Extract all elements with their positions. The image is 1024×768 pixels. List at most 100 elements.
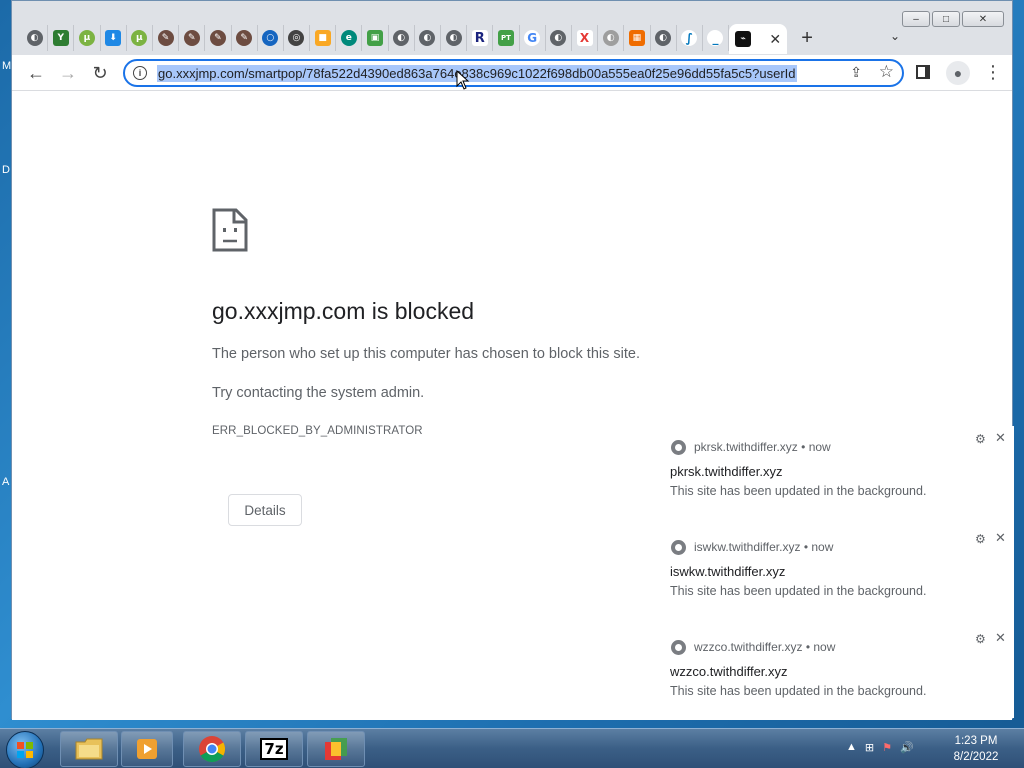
- tab-favicon-icon: R: [471, 30, 488, 46]
- tab[interactable]: ⬇: [101, 25, 127, 51]
- clock-time: 1:23 PM: [954, 735, 998, 747]
- tab[interactable]: ✎: [153, 25, 180, 51]
- tab-favicon-icon: ⌁: [735, 31, 752, 47]
- maximize-button[interactable]: □: [932, 11, 960, 27]
- tab-favicon-icon: ◐: [602, 30, 619, 46]
- url-text[interactable]: go.xxxjmp.com/smartpop/78fa522d4390ed863…: [157, 65, 797, 82]
- taskbar-explorer[interactable]: [60, 731, 118, 767]
- tab-favicon-icon: ⬇: [105, 30, 122, 46]
- close-tab-icon[interactable]: ✕: [769, 31, 781, 48]
- tab[interactable]: R: [467, 25, 494, 51]
- chrome-icon: [671, 540, 686, 555]
- tab[interactable]: PT: [493, 25, 520, 51]
- tab[interactable]: ◐: [598, 25, 625, 51]
- tab[interactable]: μ: [127, 25, 153, 51]
- taskbar-media-player[interactable]: [121, 731, 173, 767]
- tab-favicon-icon: G: [524, 30, 541, 46]
- tab-favicon-icon: ◐: [445, 30, 462, 46]
- profile-avatar-icon[interactable]: ●: [946, 61, 970, 85]
- browser-toolbar: ← → ↻ i go.xxxjmp.com/smartpop/78fa522d4…: [12, 55, 1012, 91]
- taskbar-chrome[interactable]: [183, 731, 241, 767]
- tab[interactable]: e: [336, 25, 363, 51]
- notification-close-icon[interactable]: ✕: [995, 530, 1006, 546]
- menu-icon[interactable]: ⋮: [984, 60, 1002, 84]
- clock[interactable]: 1:23 PM 8/2/2022: [940, 733, 1012, 765]
- new-tab-button[interactable]: +: [787, 27, 827, 50]
- minimize-button[interactable]: –: [902, 11, 930, 27]
- tab[interactable]: ✎: [205, 25, 232, 51]
- action-center-icon[interactable]: ⚑: [882, 741, 892, 754]
- tab-favicon-icon: PT: [497, 30, 514, 46]
- notification-title: pkrsk.twithdiffer.xyz: [670, 464, 783, 479]
- tab-favicon-icon: ✎: [209, 30, 226, 46]
- notification-card[interactable]: wzzco.twithdiffer.xyz • now wzzco.twithd…: [653, 626, 1014, 718]
- tab[interactable]: ∫: [677, 25, 703, 51]
- volume-icon[interactable]: 🔊: [900, 741, 914, 754]
- tab-favicon-icon: e: [340, 30, 357, 46]
- tab[interactable]: ◐: [415, 25, 441, 51]
- forward-button[interactable]: →: [56, 61, 80, 85]
- tab[interactable]: _: [703, 25, 730, 51]
- tab-favicon-icon: ◐: [26, 30, 43, 46]
- address-bar[interactable]: i go.xxxjmp.com/smartpop/78fa522d4390ed8…: [123, 59, 904, 87]
- tab[interactable]: G: [520, 25, 546, 51]
- tab[interactable]: ✎: [232, 25, 258, 51]
- side-panel-icon[interactable]: [916, 65, 930, 79]
- start-button[interactable]: [6, 731, 44, 768]
- active-tab[interactable]: ⌁ ✕: [729, 24, 788, 54]
- notification-card[interactable]: iswkw.twithdiffer.xyz • now iswkw.twithd…: [653, 526, 1014, 626]
- taskbar: 7z ▲ ⊞ ⚑ 🔊 1:23 PM 8/2/2022: [0, 728, 1024, 768]
- tab-favicon-icon: ▦: [628, 30, 645, 46]
- taskbar-office[interactable]: [307, 731, 365, 767]
- tab-favicon-icon: ◐: [550, 30, 567, 46]
- error-suggestion: Try contacting the system admin.: [212, 385, 425, 401]
- site-info-icon[interactable]: i: [133, 66, 147, 80]
- tab[interactable]: Y: [48, 25, 75, 51]
- tab[interactable]: ■: [310, 25, 337, 51]
- window-controls: – □ ✕: [902, 11, 1004, 27]
- show-hidden-icons-icon[interactable]: ▲: [846, 741, 857, 754]
- tab[interactable]: ▦: [624, 25, 651, 51]
- tab[interactable]: ○: [258, 25, 284, 51]
- tab[interactable]: μ: [74, 25, 101, 51]
- tab[interactable]: ◎: [284, 25, 311, 51]
- error-code: ERR_BLOCKED_BY_ADMINISTRATOR: [212, 425, 423, 437]
- windows-logo-icon: [17, 742, 33, 758]
- tab[interactable]: ✎: [179, 25, 206, 51]
- mouse-cursor-icon: [456, 70, 470, 90]
- bookmark-star-icon[interactable]: ☆: [879, 62, 894, 82]
- tab-favicon-icon: ◐: [419, 30, 436, 46]
- tab-favicon-icon: ∫: [681, 30, 698, 46]
- details-button[interactable]: Details: [228, 494, 302, 526]
- tab-favicon-icon: X: [576, 30, 593, 46]
- network-icon[interactable]: ⊞: [865, 741, 874, 754]
- sad-page-icon: [212, 208, 248, 252]
- tab[interactable]: ◐: [389, 25, 415, 51]
- tab-favicon-icon: μ: [78, 30, 95, 46]
- notification-body: This site has been updated in the backgr…: [670, 484, 927, 498]
- tab-favicon-icon: ■: [314, 30, 331, 46]
- tab-favicon-icon: ✎: [236, 30, 253, 46]
- notification-settings-icon[interactable]: ⚙: [975, 532, 986, 546]
- tab[interactable]: ◐: [651, 25, 677, 51]
- notification-close-icon[interactable]: ✕: [995, 630, 1006, 646]
- desktop-icon-label-fragment: A: [2, 476, 10, 488]
- back-button[interactable]: ←: [24, 61, 48, 85]
- notification-settings-icon[interactable]: ⚙: [975, 432, 986, 446]
- notification-settings-icon[interactable]: ⚙: [975, 632, 986, 646]
- tab[interactable]: ◐: [22, 25, 49, 51]
- notification-card[interactable]: pkrsk.twithdiffer.xyz • now pkrsk.twithd…: [653, 426, 1014, 526]
- tab[interactable]: ◐: [546, 25, 572, 51]
- close-window-button[interactable]: ✕: [962, 11, 1004, 27]
- tab-search-icon[interactable]: ⌄: [890, 29, 900, 43]
- desktop-icon-label-fragment: M: [2, 60, 12, 72]
- notification-close-icon[interactable]: ✕: [995, 430, 1006, 446]
- tab[interactable]: ◐: [441, 25, 468, 51]
- tab[interactable]: X: [572, 25, 599, 51]
- chrome-icon: [671, 640, 686, 655]
- reload-button[interactable]: ↻: [88, 61, 112, 85]
- tab[interactable]: ▣: [362, 25, 389, 51]
- taskbar-7zip[interactable]: 7z: [245, 731, 303, 767]
- share-icon[interactable]: ⇪: [850, 64, 862, 81]
- folder-icon: [75, 738, 103, 760]
